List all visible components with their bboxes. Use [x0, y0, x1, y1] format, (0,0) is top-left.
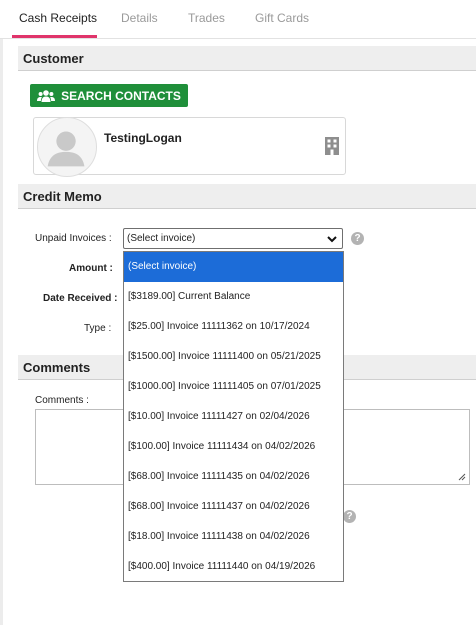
type-label: Type : — [84, 323, 112, 334]
credit-memo-section-header: Credit Memo — [18, 184, 476, 209]
left-edge — [0, 38, 3, 625]
customer-section-header: Customer — [18, 46, 476, 71]
tab-details[interactable]: Details — [121, 11, 158, 25]
comments-label: Comments : — [35, 395, 89, 406]
tab-gift-cards[interactable]: Gift Cards — [255, 11, 309, 25]
help-icon[interactable]: ? — [351, 232, 364, 245]
date-received-label: Date Received : — [43, 293, 118, 304]
dropdown-option[interactable]: [$3189.00] Current Balance — [124, 282, 343, 312]
dropdown-option[interactable]: [$25.00] Invoice 11111362 on 10/17/2024 — [124, 312, 343, 342]
unpaid-invoices-label: Unpaid Invoices : — [35, 233, 112, 244]
avatar-placeholder-icon — [47, 131, 85, 167]
tab-trades[interactable]: Trades — [188, 11, 225, 25]
contact-card[interactable]: TestingLogan — [33, 117, 346, 177]
avatar — [37, 117, 97, 177]
amount-label: Amount : — [69, 263, 113, 274]
chevron-down-icon — [327, 236, 337, 243]
users-icon — [37, 89, 56, 102]
dropdown-option[interactable]: [$400.00] Invoice 11111440 on 04/19/2026 — [124, 552, 343, 581]
dropdown-option[interactable]: [$68.00] Invoice 11111437 on 04/02/2026 — [124, 492, 343, 522]
search-contacts-button[interactable]: SEARCH CONTACTS — [30, 84, 188, 107]
unpaid-invoices-value: (Select invoice) — [127, 233, 196, 244]
dropdown-option[interactable]: [$100.00] Invoice 11111434 on 04/02/2026 — [124, 432, 343, 462]
contact-name[interactable]: TestingLogan — [104, 131, 182, 145]
dropdown-option[interactable]: (Select invoice) — [124, 252, 343, 282]
invoice-dropdown-list[interactable]: (Select invoice) [$3189.00] Current Bala… — [123, 251, 344, 582]
dropdown-option[interactable]: [$1500.00] Invoice 11111400 on 05/21/202… — [124, 342, 343, 372]
search-contacts-label: SEARCH CONTACTS — [61, 88, 181, 103]
help-icon[interactable]: ? — [343, 510, 356, 523]
unpaid-invoices-select[interactable]: (Select invoice) — [123, 228, 343, 249]
dropdown-option[interactable]: [$18.00] Invoice 11111438 on 04/02/2026 — [124, 522, 343, 552]
dropdown-option[interactable]: [$68.00] Invoice 11111435 on 04/02/2026 — [124, 462, 343, 492]
cash-receipt-form: Cash Receipts Details Trades Gift Cards … — [0, 0, 476, 625]
resize-grip-icon[interactable] — [458, 473, 466, 481]
tab-cash-receipts[interactable]: Cash Receipts — [19, 11, 97, 25]
building-icon — [325, 137, 339, 155]
dropdown-option[interactable]: [$1000.00] Invoice 11111405 on 07/01/202… — [124, 372, 343, 402]
active-tab-indicator — [12, 35, 97, 38]
tab-bar: Cash Receipts Details Trades Gift Cards — [0, 0, 476, 39]
dropdown-option[interactable]: [$10.00] Invoice 11111427 on 02/04/2026 — [124, 402, 343, 432]
